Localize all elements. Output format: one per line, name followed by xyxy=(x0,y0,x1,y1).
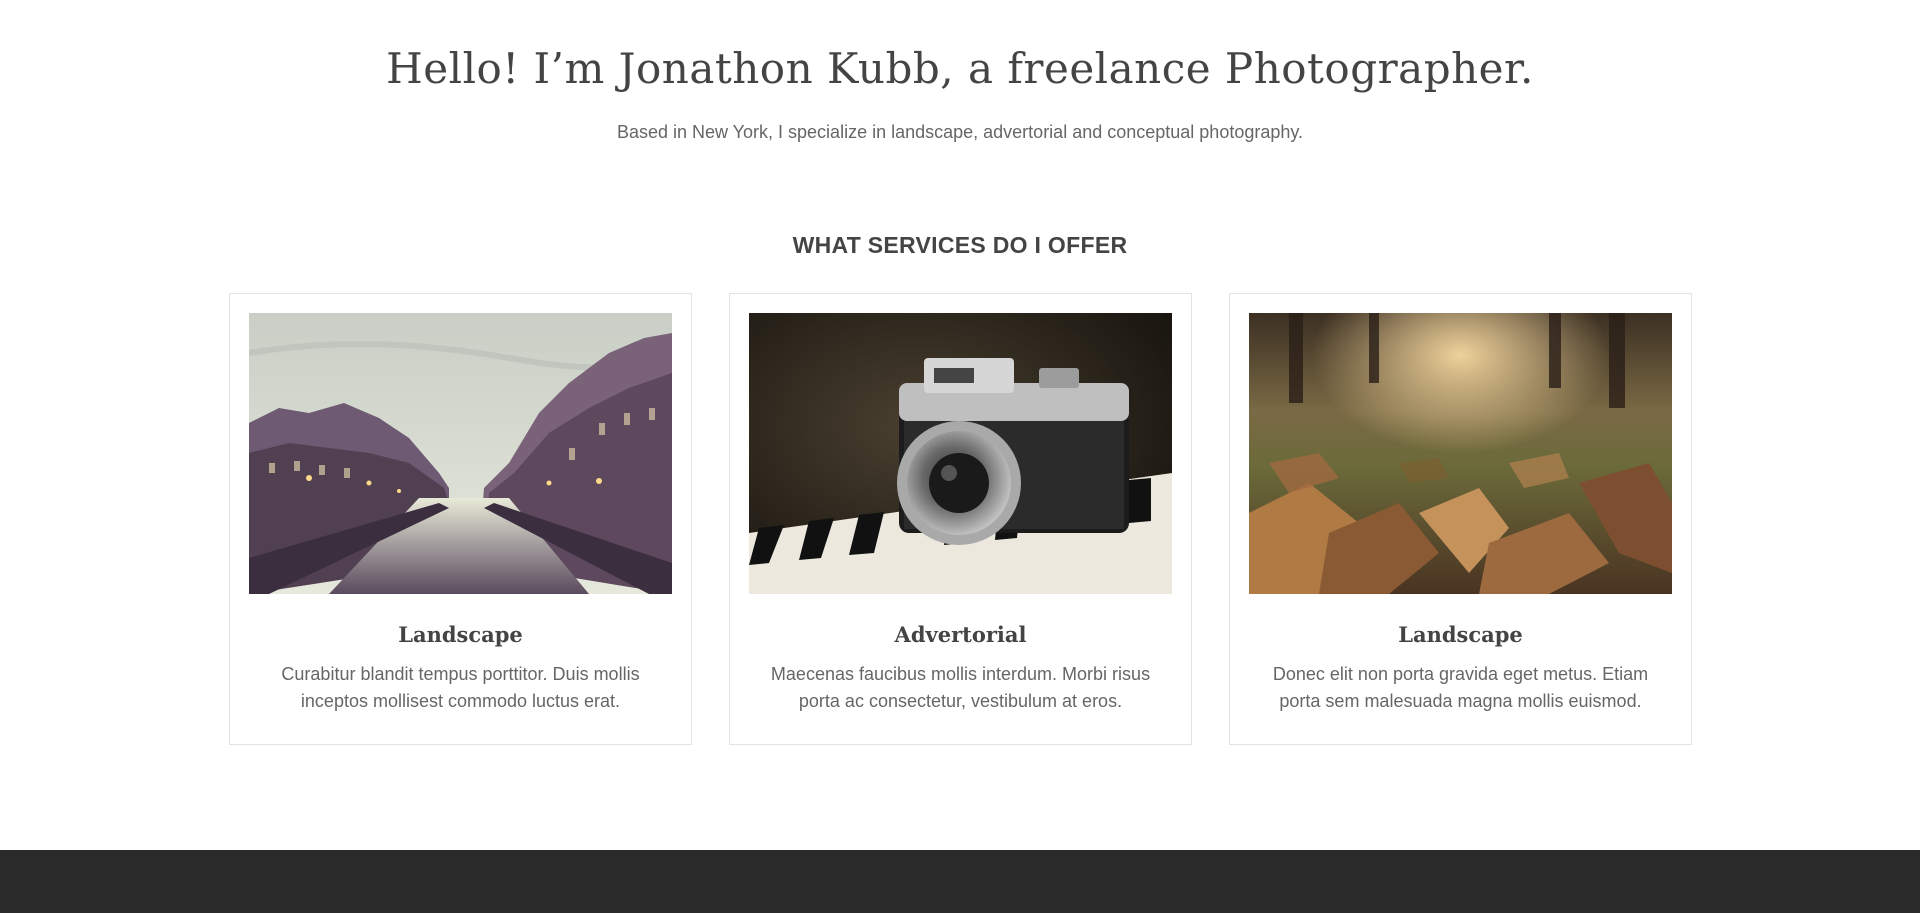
service-title: Landscape xyxy=(1398,622,1523,647)
vintage-camera-on-piano-photo[interactable] xyxy=(749,313,1172,594)
service-title: Advertorial xyxy=(894,622,1027,647)
footer xyxy=(0,850,1920,913)
autumn-leaves-photo[interactable] xyxy=(1249,313,1672,594)
service-card-landscape[interactable]: Landscape Curabitur blandit tempus portt… xyxy=(229,293,692,745)
service-title: Landscape xyxy=(398,622,523,647)
hero-title: Hello! I’m Jonathon Kubb, a freelance Ph… xyxy=(386,44,1534,93)
service-description: Curabitur blandit tempus porttitor. Duis… xyxy=(281,664,640,711)
hero-subtitle: Based in New York, I specialize in lands… xyxy=(616,122,1304,142)
page: Hello! I’m Jonathon Kubb, a freelance Ph… xyxy=(0,0,1920,913)
services-heading: WHAT SERVICES DO I OFFER xyxy=(792,232,1128,258)
service-card-advertorial[interactable]: Advertorial Maecenas faucibus mollis int… xyxy=(729,293,1192,745)
service-description: Maecenas faucibus mollis interdum. Morbi… xyxy=(770,664,1151,711)
service-description: Donec elit non porta gravida eget metus.… xyxy=(1272,664,1649,711)
canal-city-photo[interactable] xyxy=(249,313,672,594)
service-card-landscape-2[interactable]: Landscape Donec elit non porta gravida e… xyxy=(1229,293,1692,745)
